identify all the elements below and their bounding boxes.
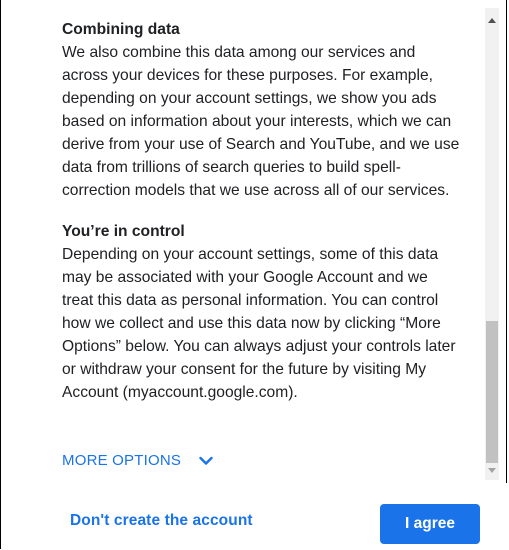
scrollbar-thumb[interactable] bbox=[486, 321, 498, 463]
more-options-label: MORE OPTIONS bbox=[62, 452, 182, 469]
more-options-button[interactable]: MORE OPTIONS bbox=[62, 452, 213, 469]
section-heading: Combining data bbox=[62, 21, 180, 38]
section-combining-data: Combining data We also combine this data… bbox=[62, 18, 462, 202]
consent-dialog: Combining data We also combine this data… bbox=[0, 0, 508, 549]
scroll-down-arrow-icon[interactable] bbox=[485, 464, 499, 478]
section-body: Depending on your account settings, some… bbox=[62, 246, 456, 401]
section-youre-in-control: You’re in control Depending on your acco… bbox=[62, 220, 462, 404]
vertical-scrollbar[interactable] bbox=[485, 8, 499, 480]
privacy-text: Combining data We also combine this data… bbox=[62, 18, 462, 404]
scroll-content-area[interactable]: Combining data We also combine this data… bbox=[1, 0, 490, 483]
section-body: We also combine this data among our serv… bbox=[62, 44, 460, 199]
scroll-up-arrow-icon[interactable] bbox=[485, 14, 499, 28]
dont-create-account-button[interactable]: Don't create the account bbox=[70, 512, 253, 530]
dialog-footer: Don't create the account I agree bbox=[1, 483, 508, 549]
chevron-down-icon bbox=[199, 456, 213, 465]
section-heading: You’re in control bbox=[62, 223, 185, 240]
i-agree-button[interactable]: I agree bbox=[380, 504, 480, 544]
